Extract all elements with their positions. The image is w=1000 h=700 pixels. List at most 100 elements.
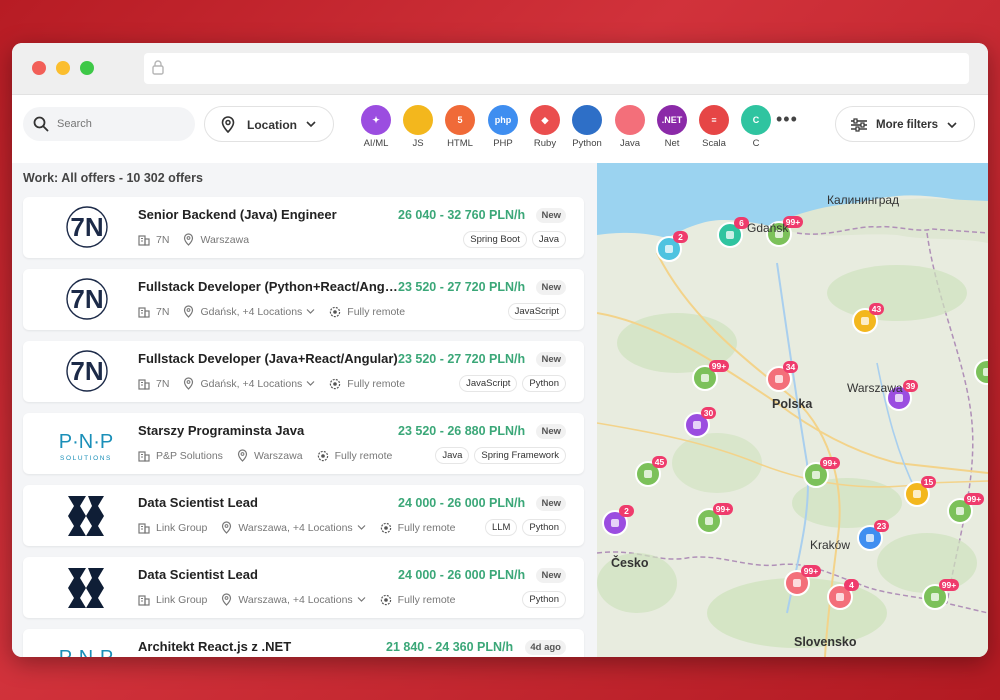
category-net[interactable]: .NET Net xyxy=(650,105,694,149)
skill-tag: JavaScript xyxy=(507,303,566,320)
offers-summary: Work: All offers - 10 302 offers xyxy=(23,171,203,185)
address-bar[interactable] xyxy=(144,53,969,84)
location-info: Warszawa xyxy=(237,449,303,462)
remote-work-icon xyxy=(330,306,341,317)
offer-badge: New xyxy=(536,568,566,583)
offer-card[interactable]: 7N Senior Backend (Java) Engineer 26 040 -… xyxy=(23,197,584,258)
map-cluster-marker[interactable]: 99+ xyxy=(696,503,733,534)
offer-card[interactable]: Data Scientist Lead 24 000 - 26 000 PLN/h… xyxy=(23,485,584,546)
map-cluster-marker[interactable]: 2 xyxy=(602,505,634,536)
offer-title: Fullstack Developer (Java+React/Angular) xyxy=(138,351,398,366)
map-panel[interactable]: 2699+433499+99+30394599+15299+99+2399+49… xyxy=(597,163,988,657)
map-cluster-marker[interactable]: 6 xyxy=(717,217,749,248)
offer-card[interactable]: Data Scientist Lead 24 000 - 26 000 PLN/h… xyxy=(23,557,584,618)
offer-meta: 7N Warszawa xyxy=(138,233,263,246)
cluster-count: 15 xyxy=(924,477,934,487)
logo-text: 7N xyxy=(70,284,103,314)
category-java[interactable]: Java xyxy=(608,105,652,149)
location-dropdown[interactable]: Location xyxy=(204,106,334,142)
building-icon xyxy=(138,234,150,246)
offer-salary: 23 520 - 27 720 PLN/h xyxy=(398,280,526,294)
offer-title: Starszy Programinsta Java xyxy=(138,423,305,438)
technology-icon xyxy=(775,375,783,383)
category-ai-ml[interactable]: ✦ AI/ML xyxy=(354,105,398,149)
offer-card[interactable]: 7N Fullstack Developer (Python+React/Angu… xyxy=(23,269,584,330)
category-label: JS xyxy=(412,138,424,149)
minimize-window-button[interactable] xyxy=(56,61,70,75)
technology-icon xyxy=(861,317,869,325)
map-cluster-marker[interactable]: 30 xyxy=(684,407,716,438)
company-info: Link Group xyxy=(138,594,207,606)
technology-icon xyxy=(956,507,964,515)
company-logo: 7N xyxy=(41,204,131,250)
technology-icon xyxy=(895,394,903,402)
company-info: 7N xyxy=(138,234,169,246)
offer-salary: 23 520 - 27 720 PLN/h xyxy=(398,352,526,366)
offer-card[interactable]: P·N·PSOLUTIONS Architekt React.js z .NET 2… xyxy=(23,629,584,657)
map-cluster-marker[interactable]: 45 xyxy=(635,456,667,487)
company-name: P&P Solutions xyxy=(156,449,223,462)
skill-tags: JavaScript Python xyxy=(454,375,566,392)
skill-tags: Spring Boot Java xyxy=(458,231,566,248)
offer-salary: 24 000 - 26 000 PLN/h xyxy=(398,496,526,510)
location-info[interactable]: Gdańsk, +4 Locations xyxy=(183,377,315,390)
cluster-count: 99+ xyxy=(716,504,730,514)
company-logo: P·N·P SOLUTIONS xyxy=(41,420,131,466)
location-info[interactable]: Warszawa, +4 Locations xyxy=(221,521,366,534)
company-name: Link Group xyxy=(156,593,208,606)
offer-meta: 7N Gdańsk, +4 Locations Fully remote xyxy=(138,305,419,318)
map-label: Kraków xyxy=(810,538,851,552)
offer-salary: 24 000 - 26 000 PLN/h xyxy=(398,568,526,582)
category-js[interactable]: JS xyxy=(396,105,440,149)
skill-tag: Java xyxy=(531,231,566,248)
category-ruby[interactable]: ◆ Ruby xyxy=(523,105,567,149)
more-filters-button[interactable]: More filters xyxy=(835,106,975,142)
location-pin-icon xyxy=(222,593,232,606)
maximize-window-button[interactable] xyxy=(80,61,94,75)
search-box[interactable] xyxy=(23,107,195,141)
category-icon: .NET xyxy=(657,105,687,135)
cluster-count: 45 xyxy=(655,457,665,467)
category-label: C xyxy=(752,138,760,149)
category-php[interactable]: php PHP xyxy=(481,105,525,149)
category-icon xyxy=(572,105,602,135)
company-name: 7N xyxy=(156,305,170,318)
category-scala[interactable]: ≡ Scala xyxy=(692,105,736,149)
category-label: Java xyxy=(619,138,641,149)
skill-tags: Python xyxy=(517,591,566,608)
category-icon xyxy=(615,105,645,135)
map-cluster-marker[interactable]: 99+ xyxy=(974,354,988,385)
technology-icon xyxy=(793,579,801,587)
more-categories-button[interactable]: ••• xyxy=(776,109,798,130)
offer-card[interactable]: 7N Fullstack Developer (Java+React/Angula… xyxy=(23,341,584,402)
category-label: Ruby xyxy=(533,138,557,149)
company-logo-7n: 7N xyxy=(66,278,108,320)
chevron-down-icon xyxy=(357,597,366,602)
close-window-button[interactable] xyxy=(32,61,46,75)
map-cluster-marker[interactable]: 99+ xyxy=(947,493,984,524)
cluster-count: 30 xyxy=(704,408,714,418)
skill-tag: Python xyxy=(522,591,566,608)
remote-info: Fully remote xyxy=(329,306,405,318)
cluster-count: 99+ xyxy=(942,580,956,590)
skill-tag: Python xyxy=(522,519,566,536)
offer-title: Architekt React.js z .NET xyxy=(138,639,292,654)
chevron-down-icon xyxy=(306,309,315,314)
offer-meta: P&P Solutions Warszawa Fully remote xyxy=(138,449,406,462)
location-info[interactable]: Gdańsk, +4 Locations xyxy=(183,305,315,318)
technology-icon xyxy=(693,421,701,429)
sliders-icon xyxy=(851,118,867,132)
category-c[interactable]: CC xyxy=(734,105,778,149)
location-info[interactable]: Warszawa, +4 Locations xyxy=(221,593,366,606)
search-input[interactable] xyxy=(57,115,187,133)
technology-icon xyxy=(701,374,709,382)
category-html[interactable]: 5 HTML xyxy=(438,105,482,149)
offer-card[interactable]: P·N·P SOLUTIONS Starszy Programinsta Java 2… xyxy=(23,413,584,474)
remote-label: Fully remote xyxy=(397,593,456,606)
lock-icon xyxy=(152,60,164,75)
technology-icon xyxy=(705,517,713,525)
map-cluster-marker[interactable]: 15 xyxy=(904,476,936,507)
category-python[interactable]: Python xyxy=(565,105,609,149)
remote-info: Fully remote xyxy=(380,593,456,606)
remote-work-icon xyxy=(330,378,341,389)
